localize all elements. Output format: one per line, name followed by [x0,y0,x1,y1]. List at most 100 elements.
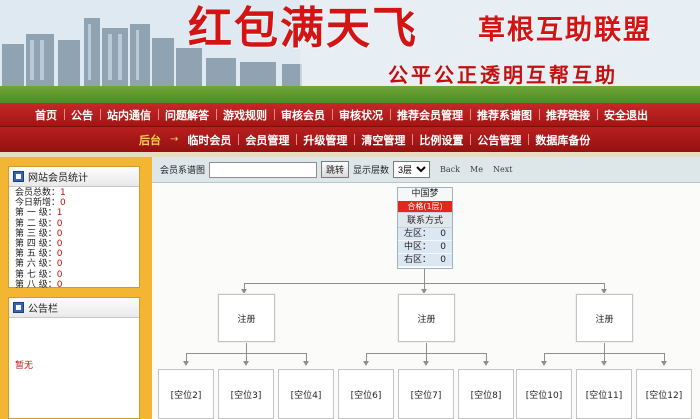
site-title: 红包满天飞 [188,3,418,54]
tree-label: 会员系谱图 [160,166,206,176]
stat-row: 今日新增：0 [15,198,66,209]
page: 红包满天飞 草根互助联盟 公平公正透明互帮互助 首页 公告 站内通信 问题解答 … [0,0,700,419]
empty-slot-8[interactable]: [空位8] [458,369,514,419]
connector-line [186,353,187,361]
nav-member-management[interactable]: 会员管理 [238,132,296,148]
connector-line [426,343,427,353]
member-stats-list: 会员总数：1 今日新增：0 第 一 级：1 第 二 级：0 第 三 级：0 第 … [9,187,139,291]
connector-line [424,269,425,283]
site-slogan: 公平公正透明互帮互助 [388,63,618,87]
connector-line [604,353,605,361]
empty-slot-3[interactable]: [空位3] [218,369,274,419]
arrow-down-icon [541,361,547,366]
nav-review-members[interactable]: 审核会员 [274,107,332,123]
notice-title: 公告栏 [28,304,58,315]
nav-database-backup[interactable]: 数据库备份 [528,132,597,148]
connector-line [604,343,605,353]
notice-panel: 公告栏 暂无 [8,297,140,419]
nav-clear-management[interactable]: 清空管理 [354,132,412,148]
connector-line [544,353,545,361]
register-slot-middle[interactable]: 注册 [398,294,455,342]
arrow-down-icon [661,361,667,366]
zone-row-right: 右区： 0 [398,254,452,267]
levels-label: 显示层数 [353,166,390,176]
nav-logout[interactable]: 安全退出 [597,107,655,123]
grass-strip [0,86,700,103]
root-member-card[interactable]: 中国梦 合格(1层) 联系方式 左区： 0 中区： 0 右区： 0 [397,187,453,269]
empty-slot-11[interactable]: [空位11] [576,369,632,419]
member-search-input[interactable] [209,161,318,178]
notice-header: 公告栏 [9,298,139,318]
arrow-right-icon: → [170,134,179,145]
nav-admin-active[interactable]: 后台 [132,132,168,148]
connector-line [246,343,247,353]
nav-referral-management[interactable]: 推荐会员管理 [390,107,470,123]
site-subtitle: 草根互助联盟 [478,15,652,46]
nav-faq[interactable]: 问题解答 [158,107,216,123]
empty-slot-10[interactable]: [空位10] [516,369,572,419]
nav-rules[interactable]: 游戏规则 [216,107,274,123]
main-nav: 首页 公告 站内通信 问题解答 游戏规则 审核会员 审核状况 推荐会员管理 推荐… [0,103,700,127]
empty-slot-4[interactable]: [空位4] [278,369,334,419]
genealogy-tree: 中国梦 合格(1层) 联系方式 左区： 0 中区： 0 右区： 0 注册 注册 注册 [152,183,700,419]
jump-button[interactable]: 跳转 [321,161,350,178]
nav-ratio-settings[interactable]: 比例设置 [412,132,470,148]
root-contact-label: 联系方式 [398,212,452,228]
empty-slot-12[interactable]: [空位12] [636,369,692,419]
stat-row: 第 三 级：0 [15,228,63,239]
zone-row-left: 左区： 0 [398,228,452,241]
arrow-down-icon [483,361,489,366]
arrow-down-icon [183,361,189,366]
arrow-down-icon [243,361,249,366]
admin-nav: 后台 → 临时会员 会员管理 升级管理 清空管理 比例设置 公告管理 数据库备份 [0,127,700,152]
root-member-name: 中国梦 [398,188,452,201]
nav-referral-tree[interactable]: 推荐系谱图 [470,107,539,123]
member-stats-panel: 网站会员统计 会员总数：1 今日新增：0 第 一 级：1 第 二 级：0 第 三… [8,166,140,291]
nav-referral-link[interactable]: 推荐链接 [539,107,597,123]
next-link[interactable]: Next [493,165,512,174]
root-member-level: 合格(1层) [398,201,452,212]
member-stats-title: 网站会员统计 [28,173,88,184]
nav-messages[interactable]: 站内通信 [100,107,158,123]
empty-slot-6[interactable]: [空位6] [338,369,394,419]
stat-row: 会员总数：1 [15,188,66,198]
arrow-down-icon [601,361,607,366]
nav-upgrade-management[interactable]: 升级管理 [296,132,354,148]
header-banner: 红包满天飞 草根互助联盟 公平公正透明互帮互助 [0,0,700,103]
panel-icon [13,302,24,313]
tree-toolbar: 会员系谱图 跳转 显示层数 3层 Back Me Next [152,157,700,183]
panel-icon [13,171,24,182]
notice-text: 暂无 [15,361,34,371]
main-content: 会员系谱图 跳转 显示层数 3层 Back Me Next 中国梦 合格(1层)… [152,157,700,419]
stat-row: 第 一 级：1 [15,208,63,219]
stat-row: 第 二 级：0 [15,218,63,229]
nav-review-status[interactable]: 审核状况 [332,107,390,123]
nav-home[interactable]: 首页 [28,107,64,123]
nav-temp-members[interactable]: 临时会员 [180,132,238,148]
register-slot-left[interactable]: 注册 [218,294,275,342]
arrow-down-icon [363,361,369,366]
me-link[interactable]: Me [470,165,483,174]
back-link[interactable]: Back [440,165,460,174]
stat-row: 第 七 级：0 [15,269,63,280]
connector-line [486,353,487,361]
stat-row: 第 四 级：0 [15,239,63,250]
empty-slot-2[interactable]: [空位2] [158,369,214,419]
levels-select[interactable]: 3层 [393,161,431,178]
connector-line [306,353,307,361]
empty-slot-7[interactable]: [空位7] [398,369,454,419]
stat-row: 第 八 级：0 [15,279,63,290]
nav-announcement[interactable]: 公告 [64,107,100,123]
connector-line [426,353,427,361]
member-stats-header: 网站会员统计 [9,167,139,187]
connector-line [246,353,247,361]
connector-line [664,353,665,361]
zone-row-middle: 中区： 0 [398,241,452,254]
arrow-down-icon [303,361,309,366]
arrow-down-icon [423,361,429,366]
stat-row: 第 六 级：0 [15,259,63,270]
sidebar: 网站会员统计 会员总数：1 今日新增：0 第 一 级：1 第 二 级：0 第 三… [0,157,152,419]
register-slot-right[interactable]: 注册 [576,294,633,342]
stat-row: 第 五 级：0 [15,249,63,260]
nav-announcement-management[interactable]: 公告管理 [470,132,528,148]
